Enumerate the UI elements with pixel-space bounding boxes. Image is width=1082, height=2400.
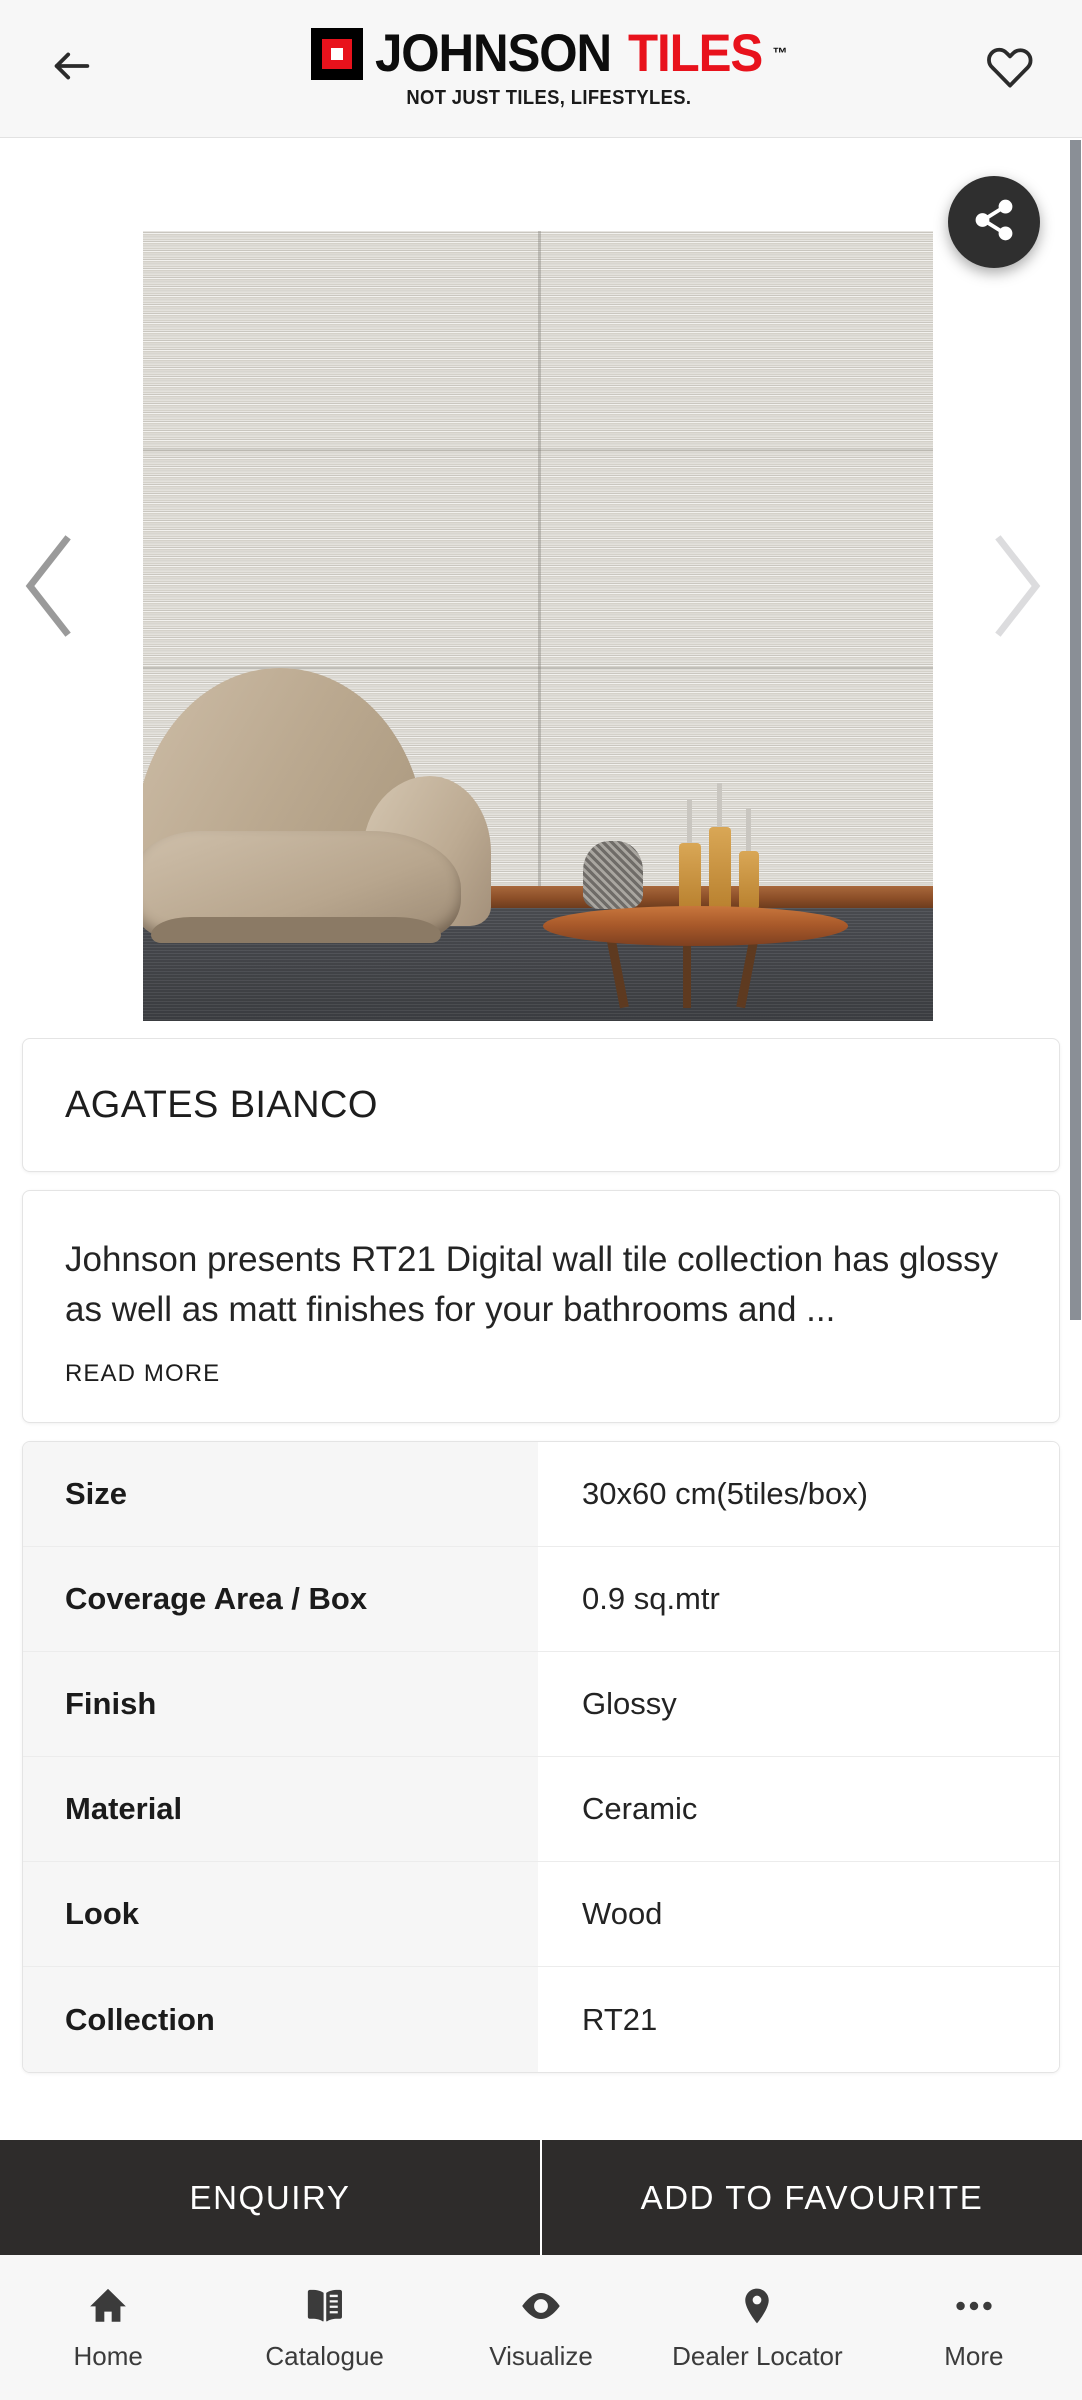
scroll-content[interactable]: AGATES BIANCO Johnson presents RT21 Digi… [0,138,1082,2400]
spec-value: Ceramic [538,1757,1059,1862]
app-screen: JOHNSON TILES ™ NOT JUST TILES, LIFESTYL… [0,0,1082,2400]
home-icon [87,2283,129,2329]
decor-candle [687,799,692,845]
table-row: Material Ceramic [23,1757,1059,1863]
spec-value: RT21 [538,1967,1059,2073]
carousel-next-button[interactable] [974,528,1058,648]
favourite-button[interactable] [972,31,1048,107]
share-icon [971,197,1017,248]
nav-label: Dealer Locator [672,2341,843,2371]
spec-label: Coverage Area / Box [23,1547,538,1652]
vertical-scrollbar[interactable] [1069,138,1082,2400]
table-row: Look Wood [23,1862,1059,1968]
tile-grout-line [538,231,541,886]
add-to-favourite-button[interactable]: ADD TO FAVOURITE [542,2140,1082,2255]
product-description: Johnson presents RT21 Digital wall tile … [65,1240,999,1329]
spec-value: 0.9 sq.mtr [538,1547,1059,1652]
logo-square-icon [310,27,363,80]
spec-value: 30x60 cm(5tiles/box) [538,1442,1059,1547]
logo-trademark: ™ [772,45,788,62]
product-description-card: Johnson presents RT21 Digital wall tile … [22,1190,1060,1424]
bottom-navigation: Home Catalogue Visualize Dealer Locator … [0,2255,1082,2400]
logo-tagline: NOT JUST TILES, LIFESTYLES. [406,87,692,109]
table-row: Size 30x60 cm(5tiles/box) [23,1442,1059,1548]
decor-vase [583,841,643,909]
table-row: Coverage Area / Box 0.9 sq.mtr [23,1547,1059,1653]
brand-logo: JOHNSON TILES ™ NOT JUST TILES, LIFESTYL… [126,27,972,110]
product-image-carousel[interactable] [0,138,1082,1038]
decor-bottle [709,827,731,909]
enquiry-button[interactable]: ENQUIRY [0,2140,540,2255]
nav-item-dealer-locator[interactable]: Dealer Locator [649,2283,865,2372]
side-table-leg [683,936,691,1008]
back-button[interactable] [34,31,110,107]
carousel-prev-button[interactable] [8,528,92,648]
page-title: AGATES BIANCO [65,1083,378,1126]
logo-wordmark: JOHNSON TILES ™ [310,24,788,83]
logo-text-johnson: JOHNSON [374,24,612,83]
specification-table: Size 30x60 cm(5tiles/box) Coverage Area … [22,1441,1060,2074]
spec-label: Material [23,1757,538,1862]
table-row: Finish Glossy [23,1652,1059,1758]
decor-candle [746,809,751,853]
decor-bottle [739,851,759,909]
spec-label: Size [23,1442,538,1547]
nav-label: Home [73,2341,143,2371]
spec-value: Glossy [538,1652,1059,1757]
spec-label: Finish [23,1652,538,1757]
ellipsis-icon [951,2283,997,2329]
decor-candle [717,783,722,829]
chevron-right-icon [984,532,1048,645]
side-table-top [543,906,848,946]
decor-bottle [679,843,701,909]
tile-grout-line [143,449,933,451]
nav-label: Visualize [489,2341,593,2371]
arrow-left-icon [49,43,95,94]
eye-icon [518,2283,564,2329]
armchair-base [151,917,441,943]
logo-text-tiles: TILES [628,24,763,83]
spec-label: Collection [23,1967,538,2073]
nav-item-visualize[interactable]: Visualize [433,2283,649,2372]
nav-label: More [944,2341,1004,2371]
product-title-card: AGATES BIANCO [22,1038,1060,1172]
chevron-left-icon [18,532,82,645]
scrollbar-thumb[interactable] [1070,140,1081,1320]
share-button[interactable] [948,176,1040,268]
nav-item-home[interactable]: Home [0,2283,216,2372]
nav-item-more[interactable]: More [866,2283,1082,2372]
table-row: Collection RT21 [23,1967,1059,2073]
spec-label: Look [23,1862,538,1967]
action-bar: ENQUIRY ADD TO FAVOURITE [0,2140,1082,2255]
book-icon [304,2283,346,2329]
spec-value: Wood [538,1862,1059,1967]
product-image [143,231,933,1021]
nav-item-catalogue[interactable]: Catalogue [216,2283,432,2372]
read-more-link[interactable]: READ MORE [65,1360,220,1388]
app-header: JOHNSON TILES ™ NOT JUST TILES, LIFESTYL… [0,0,1082,138]
heart-outline-icon [986,42,1034,95]
nav-label: Catalogue [265,2341,384,2371]
map-pin-icon [736,2283,778,2329]
